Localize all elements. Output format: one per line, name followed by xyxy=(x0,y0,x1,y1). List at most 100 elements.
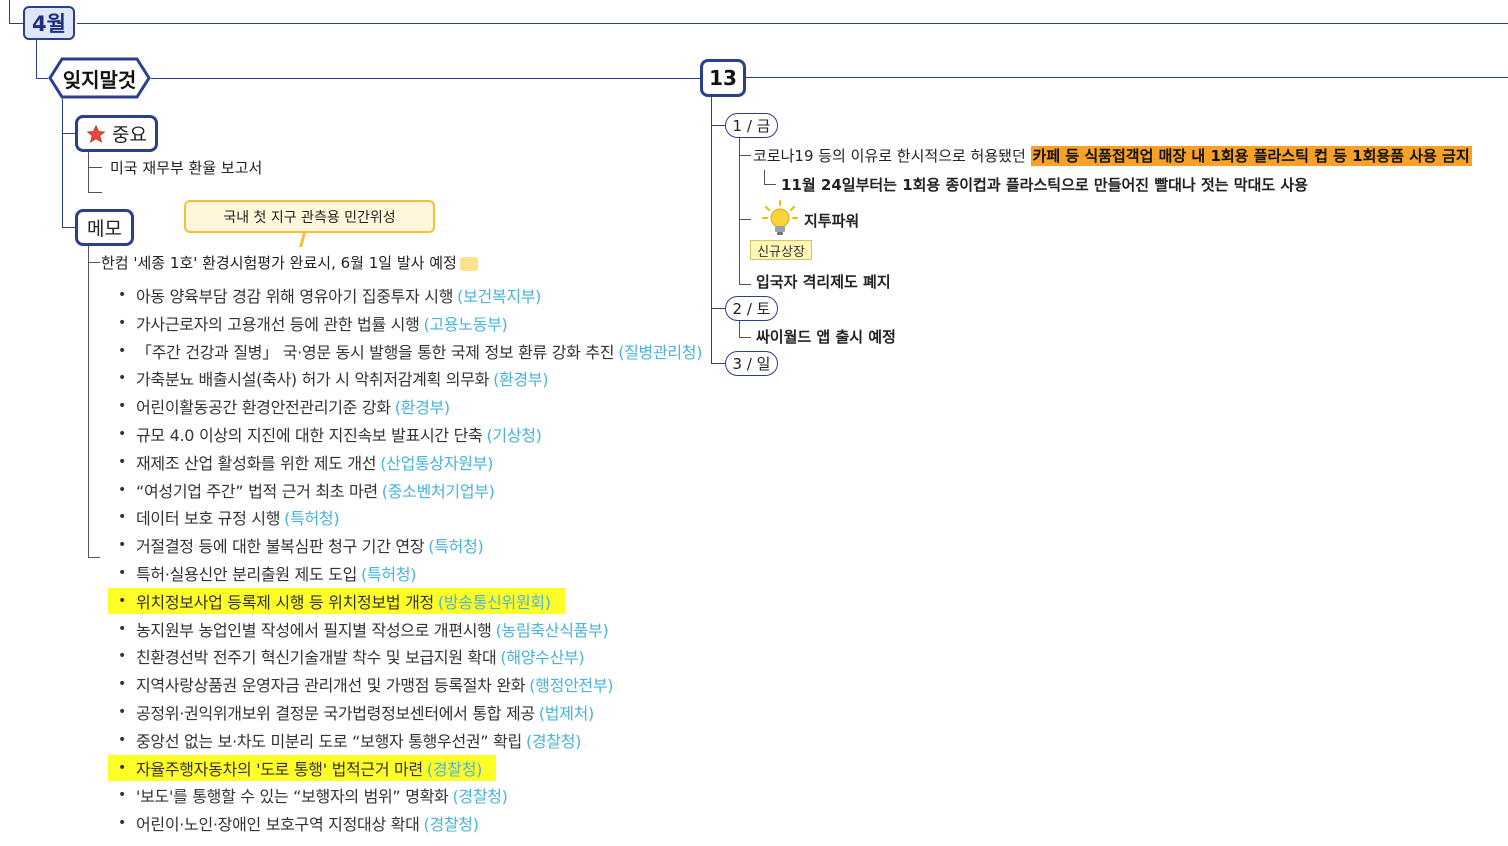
policy-item[interactable]: • 위치정보사업 등록제 시행 등 위치정보법 개정 (방송통신위원회) xyxy=(108,587,565,614)
policy-item[interactable]: • 규모 4.0 이상의 지진에 대한 지진속보 발표시간 단축 (기상청) xyxy=(108,421,542,447)
policy-item[interactable]: • 공정위·권익위개보위 결정문 국가법령정보센터에서 통합 제공 (법제처) xyxy=(108,699,594,725)
day-1-subitem[interactable]: 11월 24일부터는 1회용 종이컵과 플라스틱으로 만들어진 빨대나 젓는 막… xyxy=(781,174,1308,195)
highlighted-text: 카페 등 식품접객업 매장 내 1회용 플라스틱 컵 등 1회용품 사용 금지 xyxy=(1030,146,1472,166)
policy-text: 친환경선박 전주기 혁신기술개발 착수 및 보급지원 확대 xyxy=(136,648,497,668)
policy-item[interactable]: • “여성기업 주간” 법적 근거 최초 마련 (중소벤처기업부) xyxy=(108,477,495,503)
day-3-node[interactable]: 3 / 일 xyxy=(725,351,778,376)
connector xyxy=(9,0,10,23)
connector xyxy=(77,23,1508,24)
note-icon[interactable] xyxy=(459,256,478,271)
connector xyxy=(88,262,100,263)
policy-agency: (경찰청) xyxy=(452,787,508,807)
policy-item[interactable]: • 어린이·노인·장애인 보호구역 지정대상 확대 (경찰청) xyxy=(108,810,479,836)
connector xyxy=(62,227,75,228)
bullet-icon: • xyxy=(118,592,126,609)
policy-agency: (행정안전부) xyxy=(529,676,614,696)
policy-item[interactable]: • 중앙선 없는 보·차도 미분리 도로 “보행자 통행우선권” 확립 (경찰청) xyxy=(108,727,581,753)
connector xyxy=(739,137,740,284)
policy-item[interactable]: • '보도'를 통행할 수 있는 “보행자의 범위” 명확화 (경찰청) xyxy=(108,782,508,808)
day-2-node[interactable]: 2 / 토 xyxy=(725,296,778,321)
policy-item[interactable]: • 아동 양육부담 경감 위해 영유아기 집중투자 시행 (보건복지부) xyxy=(108,282,541,308)
bullet-icon: • xyxy=(118,815,126,832)
bullet-icon: • xyxy=(118,759,126,776)
policy-item[interactable]: • 자율주행자동차의 '도로 통행' 법적근거 마련 (경찰청) xyxy=(108,754,497,781)
policy-agency: (법제처) xyxy=(538,704,595,723)
policy-text: 가사근로자의 고용개선 등에 관한 법률 시행 xyxy=(136,314,420,334)
important-label: 중요 xyxy=(112,124,147,146)
bullet-icon: • xyxy=(118,342,126,359)
policy-item[interactable]: • 「주간 건강과 질병」 국·영문 동시 발행을 통한 국제 정보 환류 강화 … xyxy=(108,338,702,364)
hexagon-node[interactable]: 잊지말것 xyxy=(48,57,151,99)
policy-text: 공정위·권익위개보위 결정문 국가법령정보센터에서 통합 제공 xyxy=(136,704,535,723)
policy-agency: (특허청) xyxy=(361,565,417,584)
connector xyxy=(9,23,23,24)
policy-agency: (환경부) xyxy=(493,370,549,390)
policy-item[interactable]: • 지역사랑상품권 운영자금 관리개선 및 가맹점 등록절차 완화 (행정안전부) xyxy=(108,671,614,697)
day-1-item-2[interactable]: 지투파워 xyxy=(804,210,859,231)
policy-item[interactable]: • 특허·실용신안 분리출원 제도 도입 (특허청) xyxy=(108,560,416,586)
connector xyxy=(62,99,63,227)
connector xyxy=(764,170,765,184)
policy-item[interactable]: • 농지원부 농업인별 작성에서 필지별 작성으로 개편시행 (농림축산식품부) xyxy=(108,616,609,642)
bullet-icon: • xyxy=(118,787,126,804)
policy-agency: (산업통상자원부) xyxy=(380,453,494,473)
policy-agency: (질병관리청) xyxy=(618,342,703,362)
callout-pointer xyxy=(299,233,306,247)
policy-agency: (농림축산식품부) xyxy=(495,620,609,640)
policy-text: 지역사랑상품권 운영자금 관리개선 및 가맹점 등록절차 완화 xyxy=(136,676,526,696)
memo-line[interactable]: 한컴 '세종 1호' 환경시험평가 완료시, 6월 1일 발사 예정 xyxy=(101,252,478,273)
connector xyxy=(88,192,102,193)
connector xyxy=(36,40,37,78)
bullet-icon: • xyxy=(118,704,126,720)
bullet-icon: • xyxy=(118,453,126,470)
policy-item[interactable]: • 가축분뇨 배출시설(축사) 허가 시 악취저감계획 의무화 (환경부) xyxy=(108,365,549,391)
policy-item[interactable]: • 재제조 산업 활성화를 위한 제도 개선 (산업통상자원부) xyxy=(108,449,493,475)
day-1-item[interactable]: 코로나19 등의 이유로 한시적으로 허용됐던 카페 등 식품접객업 매장 내 … xyxy=(753,145,1472,166)
policy-agency: (기상청) xyxy=(486,426,542,445)
policy-item[interactable]: • 어린이활동공간 환경안전관리기준 강화 (환경부) xyxy=(108,393,450,419)
memo-node[interactable]: 메모 xyxy=(75,209,134,246)
day-1-node[interactable]: 1 / 금 xyxy=(725,113,778,138)
connector xyxy=(88,245,89,558)
policy-text: “여성기업 주간” 법적 근거 최초 마련 xyxy=(136,481,378,501)
callout-note[interactable]: 국내 첫 지구 관측용 민간위성 xyxy=(184,200,435,233)
star-icon xyxy=(86,124,106,143)
important-item[interactable]: 미국 재무부 환율 보고서 xyxy=(110,157,262,178)
connector xyxy=(711,308,725,309)
policy-text: '보도'를 통행할 수 있는 “보행자의 범위” 명확화 xyxy=(136,787,449,807)
policy-text: 어린이활동공간 환경안전관리기준 강화 xyxy=(136,398,391,418)
bullet-icon: • xyxy=(118,537,126,554)
month-node[interactable]: 4월 xyxy=(23,6,75,40)
policy-item[interactable]: • 친환경선박 전주기 혁신기술개발 착수 및 보급지원 확대 (해양수산부) xyxy=(108,643,585,669)
bullet-icon: • xyxy=(118,370,126,387)
connector xyxy=(764,184,776,185)
policy-text: 중앙선 없는 보·차도 미분리 도로 “보행자 통행우선권” 확립 xyxy=(136,731,522,751)
bullet-icon: • xyxy=(118,481,126,498)
day-1-item-3[interactable]: 입국자 격리제도 폐지 xyxy=(756,271,891,292)
policy-text: 아동 양육부담 경감 위해 영유아기 집중투자 시행 xyxy=(136,287,454,306)
memo-label: 메모 xyxy=(87,218,122,240)
policy-text: 자율주행자동차의 '도로 통행' 법적근거 마련 xyxy=(136,759,423,779)
policy-item[interactable]: • 거절결정 등에 대한 불복심판 청구 기간 연장 (특허청) xyxy=(108,532,484,558)
policy-agency: (중소벤처기업부) xyxy=(381,481,495,501)
policy-agency: (경찰청) xyxy=(423,815,479,835)
policy-text: 가축분뇨 배출시설(축사) 허가 시 악취저감계획 의무화 xyxy=(136,370,490,390)
connector xyxy=(711,363,725,364)
bullet-icon: • xyxy=(118,676,126,693)
policy-text: 규모 4.0 이상의 지진에 대한 지진속보 발표시간 단축 xyxy=(136,426,483,445)
connector xyxy=(739,337,751,338)
date-node[interactable]: 13 xyxy=(700,59,746,97)
connector xyxy=(88,167,102,168)
policy-agency: (보건복지부) xyxy=(457,287,542,306)
important-node[interactable]: 중요 xyxy=(75,115,158,152)
policy-item[interactable]: • 데이터 보호 규정 시행 (특허청) xyxy=(108,504,340,530)
policy-agency: (경찰청) xyxy=(525,731,582,751)
policy-text: 어린이·노인·장애인 보호구역 지정대상 확대 xyxy=(136,815,420,835)
policy-text: 거절결정 등에 대한 불복심판 청구 기간 연장 xyxy=(136,537,425,557)
policy-item[interactable]: • 가사근로자의 고용개선 등에 관한 법률 시행 (고용노동부) xyxy=(108,310,508,336)
day-2-item[interactable]: 싸이월드 앱 출시 예정 xyxy=(756,326,896,347)
connector xyxy=(151,78,700,79)
bullet-icon: • xyxy=(118,509,126,526)
bullet-icon: • xyxy=(118,620,126,637)
connector xyxy=(88,151,89,193)
